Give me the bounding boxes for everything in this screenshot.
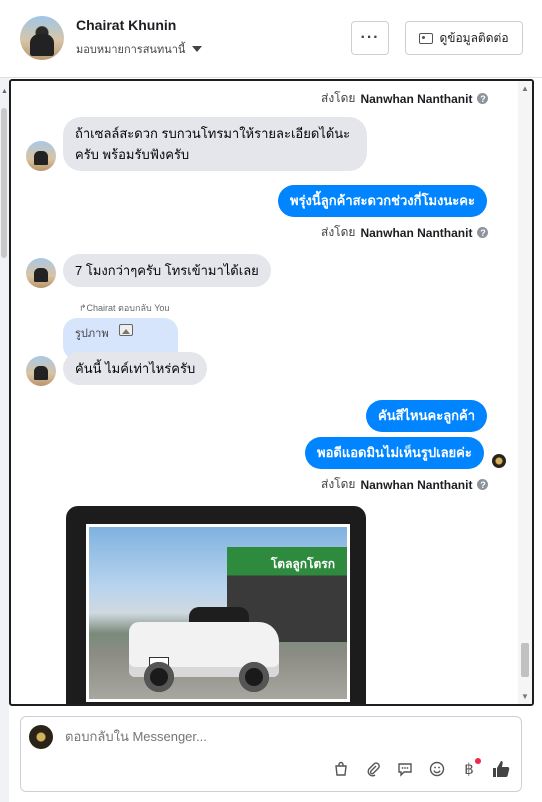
more-options-button[interactable]: ··· — [351, 21, 389, 55]
notification-dot — [475, 758, 481, 764]
left-scrollbar-thumb[interactable] — [1, 108, 7, 258]
sent-by-prefix: ส่งโดย — [321, 91, 356, 105]
view-contact-info-label: ดูข้อมูลติดต่อ — [439, 30, 509, 45]
emoji-icon[interactable] — [427, 759, 447, 779]
reply-input[interactable] — [65, 729, 505, 744]
caret-down-icon — [192, 46, 203, 52]
sent-by-label: ส่งโดย Nanwhan Nanthanit ? — [321, 475, 489, 494]
reply-composer: ฿ — [20, 716, 522, 792]
info-icon[interactable]: ? — [477, 227, 489, 238]
seen-by-avatar — [492, 454, 506, 468]
view-contact-info-button[interactable]: ดูข้อมูลติดต่อ — [405, 21, 523, 55]
composer-toolbar: ฿ — [331, 758, 511, 779]
saved-reply-icon[interactable] — [395, 759, 415, 779]
incoming-message[interactable]: คันนี้ ไมค์เท่าไหร่ครับ — [63, 352, 208, 385]
left-scrollbar[interactable]: ▲ — [0, 78, 9, 802]
thread-scrollbar-thumb[interactable] — [521, 643, 529, 677]
truck-photo[interactable]: โตลลูกโตรก — [86, 524, 350, 702]
baht-icon[interactable]: ฿ — [459, 758, 481, 779]
assign-label: มอบหมายการสนทนานี้ — [76, 44, 186, 56]
scroll-up-arrow-icon[interactable]: ▲ — [1, 88, 8, 95]
incoming-message[interactable]: ถ้าเซลล์สะดวก รบกวนโทรมาให้รายละเอียดได้… — [63, 117, 367, 171]
outgoing-message[interactable]: คันสีไหนคะลูกค้า — [366, 400, 488, 432]
reply-note: ↱Chairat ตอบกลับ You — [79, 303, 170, 313]
outgoing-message[interactable]: พอดีแอดมินไม่เห็นรูปเลยค่ะ — [305, 437, 484, 469]
thread-scrollbar[interactable]: ▲ ▼ — [518, 81, 532, 704]
image-icon — [118, 324, 133, 336]
reply-quote-label: รูปภาพ — [75, 328, 109, 340]
scroll-up-arrow-icon[interactable]: ▲ — [521, 84, 529, 93]
outgoing-message[interactable]: พรุ่งนี้ลูกค้าสะดวกช่วงกี่โมงนะคะ — [278, 185, 487, 217]
sender-avatar — [26, 356, 56, 386]
sent-by-label: ส่งโดย Nanwhan Nanthanit ? — [321, 223, 489, 242]
dealership-sign: โตลลูกโตรก — [270, 557, 335, 571]
conversation-header: Chairat Khunin มอบหมายการสนทนานี้ ··· ดู… — [0, 0, 542, 78]
truck-wheel — [144, 662, 174, 692]
message-thread: ส่งโดย Nanwhan Nanthanit ? ถ้าเซลล์สะดวก… — [9, 79, 534, 706]
truck-wheel — [239, 662, 269, 692]
sender-avatar — [26, 258, 56, 288]
contact-card-icon — [419, 32, 434, 44]
photo-message[interactable]: โตลลูกโตรก — [66, 506, 366, 704]
sender-avatar — [26, 141, 56, 171]
scroll-down-arrow-icon[interactable]: ▼ — [521, 692, 529, 701]
sent-by-prefix: ส่งโดย — [321, 225, 356, 239]
sent-by-name: Nanwhan Nanthanit — [360, 91, 473, 106]
attachment-icon[interactable] — [363, 759, 383, 779]
page-avatar — [29, 725, 53, 749]
info-icon[interactable]: ? — [477, 93, 489, 104]
info-icon[interactable]: ? — [477, 479, 489, 490]
sent-by-label: ส่งโดย Nanwhan Nanthanit ? — [321, 89, 489, 108]
sent-by-name: Nanwhan Nanthanit — [360, 477, 473, 492]
contact-name[interactable]: Chairat Khunin — [76, 17, 176, 33]
sent-by-prefix: ส่งโดย — [321, 477, 356, 491]
sent-by-name: Nanwhan Nanthanit — [360, 225, 473, 240]
bag-icon[interactable] — [331, 759, 351, 779]
like-icon[interactable] — [491, 759, 511, 779]
contact-avatar[interactable] — [20, 16, 64, 60]
assign-conversation-dropdown[interactable]: มอบหมายการสนทนานี้ — [76, 40, 203, 58]
incoming-message[interactable]: 7 โมงกว่าๆครับ โทรเข้ามาได้เลย — [63, 254, 271, 287]
